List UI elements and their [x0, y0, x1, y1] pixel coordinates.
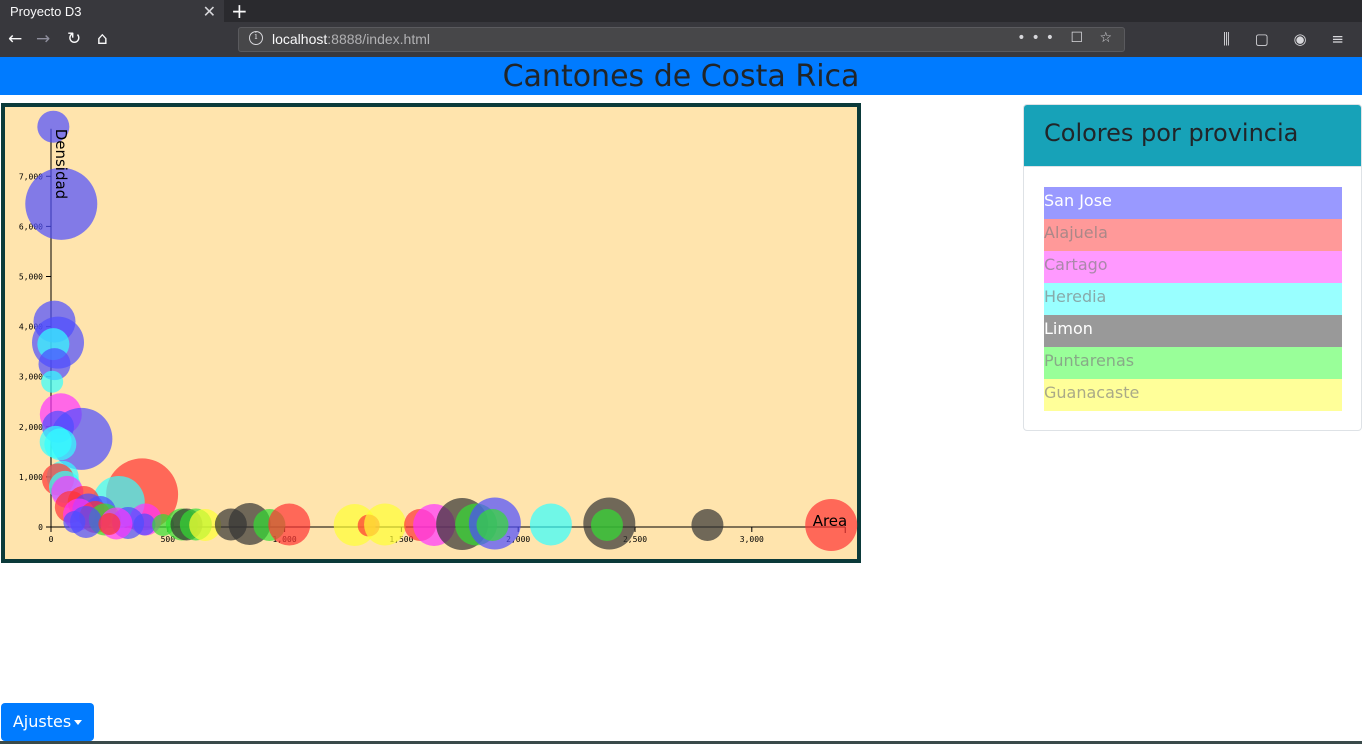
legend-item-limon: Limon	[1044, 315, 1342, 347]
y-tick-label: 2,000	[19, 423, 43, 432]
caret-down-icon	[74, 720, 83, 725]
legend-item-guanacaste: Guanacaste	[1044, 379, 1342, 411]
data-point	[590, 508, 623, 541]
page-actions-icons[interactable]: ••• ☐ ☆	[1017, 30, 1118, 46]
forward-icon[interactable]: →	[36, 30, 50, 48]
data-point	[529, 503, 572, 546]
legend-card: Colores por provincia San Jose Alajuela …	[1023, 104, 1362, 431]
x-axis-label: Area	[813, 512, 848, 530]
y-tick-label: 0	[38, 523, 43, 532]
url-bar[interactable]: i localhost:8888/index.html ••• ☐ ☆	[238, 27, 1125, 52]
legend-item-puntarenas: Puntarenas	[1044, 347, 1342, 379]
x-tick-label: 3,000	[740, 535, 764, 544]
data-point	[268, 503, 311, 546]
data-point	[691, 508, 724, 541]
legend-item-heredia: Heredia	[1044, 283, 1342, 315]
browser-tab[interactable]: Proyecto D3 ✕	[0, 0, 224, 22]
ajustes-dropdown-button[interactable]: Ajustes	[1, 703, 94, 741]
data-point	[41, 370, 64, 393]
legend-item-san-jose: San Jose	[1044, 187, 1342, 219]
ajustes-label: Ajustes	[12, 712, 72, 731]
back-icon[interactable]: ←	[8, 30, 22, 48]
legend-item-cartago: Cartago	[1044, 251, 1342, 283]
url-host: localhost	[272, 31, 328, 47]
close-tab-icon[interactable]: ✕	[203, 2, 216, 22]
chart-svg: 05001,0001,5002,0002,5003,00001,0002,000…	[19, 110, 858, 551]
url-path: :8888/index.html	[327, 31, 430, 47]
legend-header: Colores por provincia	[1024, 105, 1361, 167]
page-header: Cantones de Costa Rica	[0, 57, 1362, 95]
page-title: Cantones de Costa Rica	[502, 59, 860, 94]
data-point	[63, 510, 86, 533]
data-point	[364, 503, 407, 546]
legend-title: Colores por provincia	[1044, 119, 1299, 147]
tab-title: Proyecto D3	[10, 3, 82, 19]
home-icon[interactable]: ⌂	[97, 30, 108, 48]
data-point	[98, 512, 121, 535]
legend-item-alajuela: Alajuela	[1044, 219, 1342, 251]
y-tick-label: 3,000	[19, 373, 43, 382]
browser-toolbar: ← → ↻ ⌂ i localhost:8888/index.html ••• …	[0, 22, 1362, 57]
x-tick-label: 0	[49, 535, 54, 544]
url-text: localhost:8888/index.html	[272, 31, 430, 47]
new-tab-icon[interactable]: +	[231, 0, 248, 23]
toolbar-right-icons[interactable]: ⫼ ▢ ◉ ≡	[1223, 30, 1354, 48]
scatter-chart: 05001,0001,5002,0002,5003,00001,0002,000…	[1, 103, 861, 563]
data-point	[476, 508, 509, 541]
data-point	[44, 428, 77, 461]
y-tick-label: 1,000	[19, 473, 43, 482]
site-info-icon[interactable]: i	[249, 31, 263, 45]
y-axis-label: Densidad	[52, 129, 70, 200]
browser-tab-bar: Proyecto D3 ✕ +	[0, 0, 1362, 23]
reload-icon[interactable]: ↻	[67, 30, 81, 48]
legend-list: San Jose Alajuela Cartago Heredia Limon …	[1044, 187, 1342, 411]
y-tick-label: 5,000	[19, 273, 43, 282]
